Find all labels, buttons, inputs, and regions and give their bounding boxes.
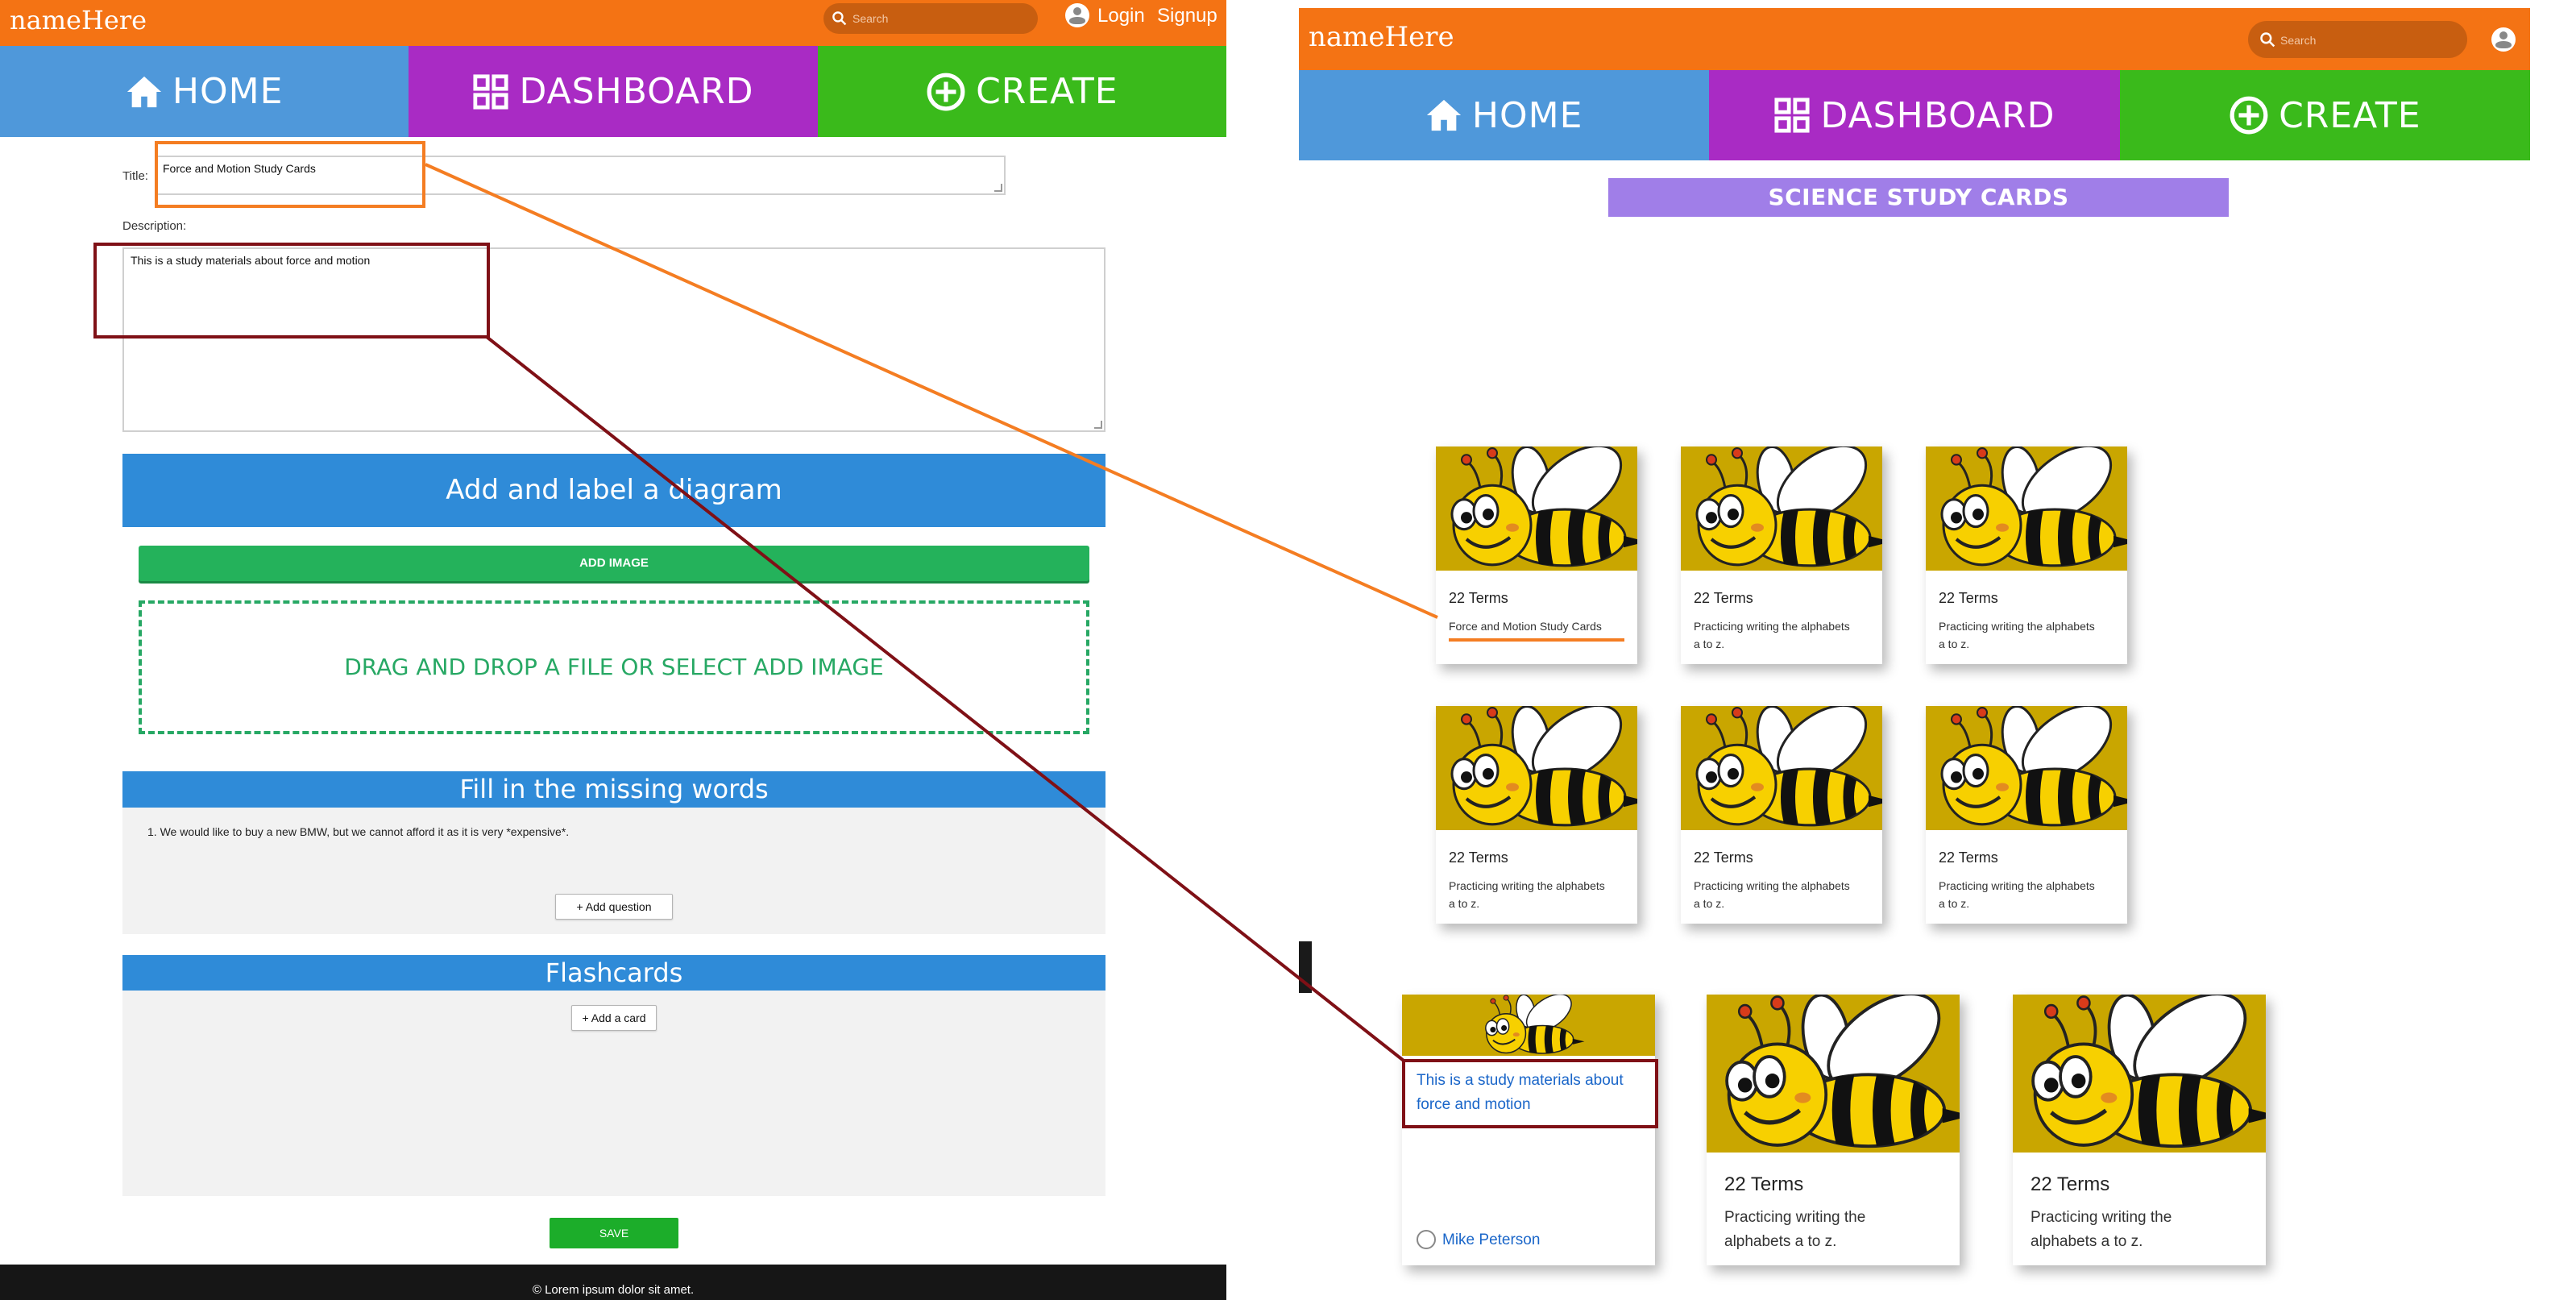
nav-create[interactable]: CREATE bbox=[2119, 70, 2530, 160]
card-terms: 22 Terms bbox=[1939, 849, 1998, 866]
author-avatar-icon bbox=[1417, 1230, 1436, 1249]
signup-link[interactable]: Signup bbox=[1157, 5, 1217, 27]
footer-text: © Lorem ipsum dolor sit amet. bbox=[532, 1283, 695, 1297]
nav-dashboard[interactable]: DASHBOARD bbox=[1709, 70, 2120, 160]
search-icon bbox=[832, 10, 847, 26]
bee-image bbox=[1436, 706, 1637, 830]
dashboard-top-bar: nameHere Search bbox=[1299, 8, 2530, 70]
study-card-hovered[interactable]: This is a study materials about force an… bbox=[1402, 995, 1655, 1265]
card-description: Practicing writing the alphabets a to z. bbox=[1939, 879, 2095, 910]
study-card[interactable]: 22 Terms Practicing writing the alphabet… bbox=[1436, 706, 1637, 924]
nav-dashboard[interactable]: DASHBOARD bbox=[409, 46, 818, 137]
bee-image bbox=[1436, 446, 1637, 571]
user-icon[interactable] bbox=[2491, 27, 2516, 52]
user-icon[interactable] bbox=[1065, 3, 1089, 27]
nav-dashboard-label: DASHBOARD bbox=[1820, 94, 2055, 136]
login-link[interactable]: Login bbox=[1097, 5, 1145, 27]
top-bar: nameHere Search Login Signup bbox=[0, 0, 1226, 46]
dashboard-search-box[interactable]: Search bbox=[2248, 21, 2467, 58]
study-card[interactable]: 22 Terms Practicing writing the alphabet… bbox=[1681, 706, 1882, 924]
dashboard-brand-logo[interactable]: nameHere bbox=[1309, 21, 1454, 53]
search-icon bbox=[2259, 31, 2275, 48]
study-card[interactable]: 22 Terms Force and Motion Study Cards bbox=[1436, 446, 1637, 664]
editor-page: nameHere Search Login Signup HOME DASHBO… bbox=[0, 0, 1226, 1300]
card-terms: 22 Terms bbox=[1694, 590, 1753, 606]
hover-description-highlight-box bbox=[1402, 1059, 1658, 1128]
add-image-button[interactable]: ADD IMAGE bbox=[139, 546, 1089, 581]
image-dropzone[interactable]: DRAG AND DROP A FILE OR SELECT ADD IMAGE bbox=[139, 600, 1089, 734]
nav-home[interactable]: HOME bbox=[0, 46, 409, 137]
bee-image bbox=[1926, 446, 2127, 571]
card-author[interactable]: Mike Peterson bbox=[1442, 1231, 1540, 1249]
bee-image bbox=[1402, 995, 1655, 1056]
study-card[interactable]: 22 Terms Practicing writing the alphabet… bbox=[1681, 446, 1882, 664]
home-icon bbox=[126, 73, 163, 110]
home-icon bbox=[1425, 97, 1462, 134]
card-terms: 22 Terms bbox=[1449, 590, 1508, 606]
missing-words-header: Fill in the missing words bbox=[122, 771, 1105, 808]
card-description: Practicing writing the alphabets a to z. bbox=[2031, 1209, 2172, 1250]
nav-home-label: HOME bbox=[1471, 94, 1583, 136]
dashboard-icon bbox=[1773, 97, 1811, 134]
section-title: SCIENCE STUDY CARDS bbox=[1608, 178, 2229, 217]
nav-create-label: CREATE bbox=[976, 71, 1118, 112]
brand-logo[interactable]: nameHere bbox=[10, 5, 147, 35]
bee-image bbox=[1707, 995, 1960, 1153]
card-description: Practicing writing the alphabets a to z. bbox=[1449, 879, 1605, 910]
description-highlight-box bbox=[93, 243, 490, 338]
flashcards-header: Flashcards bbox=[122, 955, 1105, 991]
study-card[interactable]: 22 Terms Practicing writing the alphabet… bbox=[1926, 446, 2127, 664]
nav-dashboard-label: DASHBOARD bbox=[519, 71, 754, 112]
plus-circle-icon bbox=[926, 72, 966, 112]
card-terms: 22 Terms bbox=[1939, 590, 1998, 606]
bee-image bbox=[1926, 706, 2127, 830]
nav-create[interactable]: CREATE bbox=[817, 46, 1226, 137]
diagram-section-header: Add and label a diagram bbox=[122, 454, 1105, 527]
question-item[interactable]: 1. We would like to buy a new BMW, but w… bbox=[147, 825, 569, 838]
main-nav: HOME DASHBOARD CREATE bbox=[0, 46, 1226, 137]
nav-create-label: CREATE bbox=[2279, 94, 2421, 136]
card-description: Practicing writing the alphabets a to z. bbox=[1694, 620, 1850, 650]
save-button[interactable]: SAVE bbox=[550, 1218, 678, 1248]
dashboard-main-nav: HOME DASHBOARD CREATE bbox=[1299, 70, 2530, 160]
study-card[interactable]: 22 Terms Practicing writing the alphabet… bbox=[1707, 995, 1960, 1265]
bee-image bbox=[2013, 995, 2266, 1153]
card-description: Practicing writing the alphabets a to z. bbox=[1694, 879, 1850, 910]
resize-handle[interactable] bbox=[1094, 421, 1102, 429]
description-label: Description: bbox=[122, 219, 187, 233]
text-cursor bbox=[1299, 941, 1312, 993]
card-description: Practicing writing the alphabets a to z. bbox=[1939, 620, 2095, 650]
search-box[interactable]: Search bbox=[823, 3, 1038, 34]
bee-image bbox=[1681, 446, 1882, 571]
card-description: Force and Motion Study Cards bbox=[1449, 620, 1602, 633]
nav-home[interactable]: HOME bbox=[1299, 70, 1710, 160]
add-card-button[interactable]: + Add a card bbox=[571, 1005, 657, 1031]
bee-image bbox=[1681, 706, 1882, 830]
footer: © Lorem ipsum dolor sit amet. bbox=[0, 1265, 1226, 1300]
title-highlight-box bbox=[155, 141, 425, 208]
dashboard-search-input[interactable]: Search bbox=[2280, 34, 2316, 47]
nav-home-label: HOME bbox=[172, 71, 284, 112]
flashcards-area: + Add a card bbox=[122, 991, 1105, 1196]
search-input[interactable]: Search bbox=[852, 12, 888, 25]
study-card[interactable]: 22 Terms Practicing writing the alphabet… bbox=[1926, 706, 2127, 924]
card-title-underline bbox=[1449, 638, 1624, 642]
card-terms: 22 Terms bbox=[1449, 849, 1508, 866]
dashboard-icon bbox=[472, 73, 509, 110]
add-question-button[interactable]: + Add question bbox=[555, 894, 673, 920]
card-terms: 22 Terms bbox=[2031, 1173, 2110, 1195]
card-description: Practicing writing the alphabets a to z. bbox=[1724, 1209, 1866, 1250]
card-terms: 22 Terms bbox=[1694, 849, 1753, 866]
study-card[interactable]: 22 Terms Practicing writing the alphabet… bbox=[2013, 995, 2266, 1265]
plus-circle-icon bbox=[2229, 95, 2269, 135]
missing-words-area: 1. We would like to buy a new BMW, but w… bbox=[122, 808, 1105, 934]
title-label: Title: bbox=[122, 169, 148, 183]
resize-handle[interactable] bbox=[994, 184, 1002, 192]
card-terms: 22 Terms bbox=[1724, 1173, 1804, 1195]
